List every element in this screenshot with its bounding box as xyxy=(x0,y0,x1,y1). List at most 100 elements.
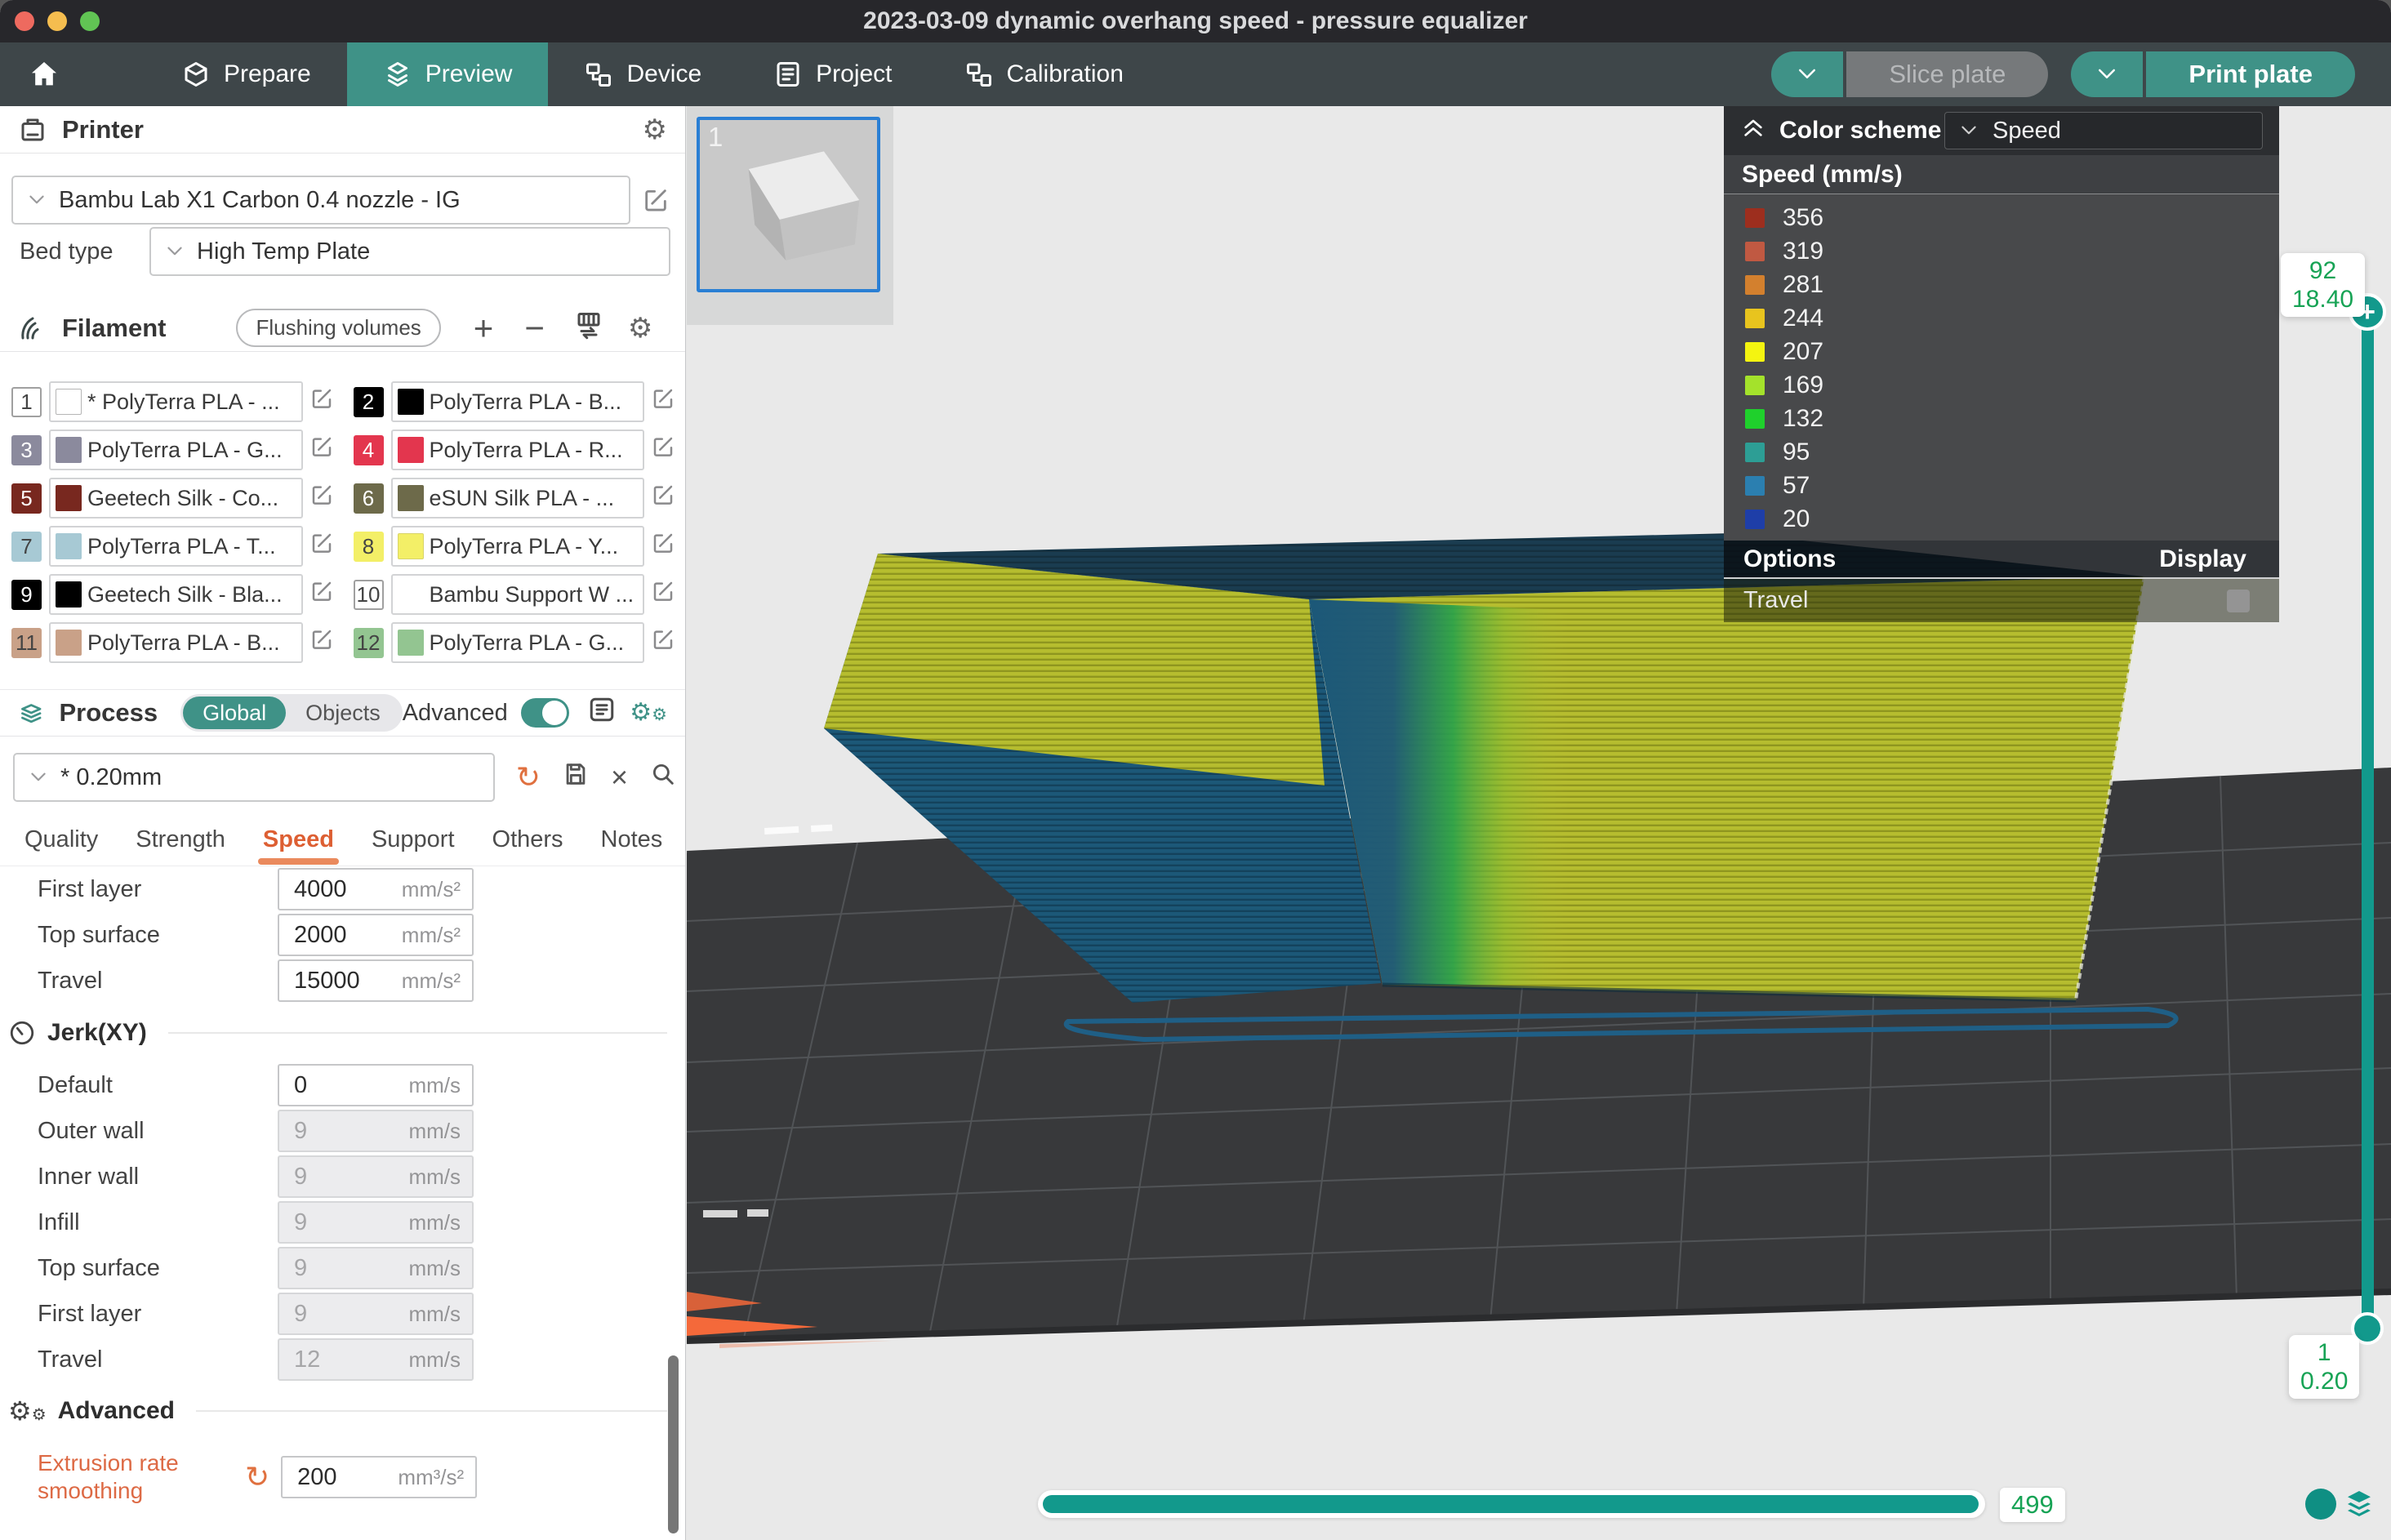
filament-item-4[interactable]: 4 PolyTerra PLA - R... xyxy=(354,430,676,470)
tab-preview[interactable]: Preview xyxy=(347,42,549,106)
tab-project[interactable]: Project xyxy=(737,42,928,106)
filament-item-6[interactable]: 6 eSUN Silk PLA - ... xyxy=(354,478,676,519)
printer-edit-icon[interactable] xyxy=(642,186,670,220)
filament-select[interactable]: PolyTerra PLA - R... xyxy=(391,430,645,470)
print-plate-button[interactable]: Print plate xyxy=(2146,51,2355,97)
setting-unit: mm/s xyxy=(408,1302,461,1327)
filament-edit-icon[interactable] xyxy=(309,483,334,514)
filament-select[interactable]: PolyTerra PLA - G... xyxy=(391,622,645,663)
accel-travel-input[interactable]: 15000mm/s² xyxy=(278,959,474,1002)
printer-settings-gear-icon[interactable]: ⚙ xyxy=(643,116,667,144)
filament-edit-icon[interactable] xyxy=(651,483,675,514)
filament-item-5[interactable]: 5 Geetech Silk - Co... xyxy=(11,478,334,519)
jerk-travel-input[interactable]: 12mm/s xyxy=(278,1338,474,1381)
filament-edit-icon[interactable] xyxy=(309,434,334,465)
sidebar-scrollbar[interactable] xyxy=(668,1355,679,1533)
process-preset-row: * 0.20mm ↻ × xyxy=(13,753,677,802)
search-settings-icon[interactable] xyxy=(649,760,677,794)
filament-edit-icon[interactable] xyxy=(309,579,334,610)
scope-global-button[interactable]: Global xyxy=(183,697,286,729)
filament-item-10[interactable]: 10 Bambu Support W ... xyxy=(354,574,676,615)
save-preset-icon[interactable] xyxy=(562,760,590,794)
tab-notes[interactable]: Notes xyxy=(601,826,663,865)
plate-thumbnail-1[interactable]: 1 xyxy=(697,117,880,292)
tab-support[interactable]: Support xyxy=(372,826,455,865)
jerk-default-input[interactable]: 0mm/s xyxy=(278,1064,474,1106)
minimize-window-button[interactable] xyxy=(47,11,67,31)
filament-select[interactable]: PolyTerra PLA - Y... xyxy=(391,526,645,567)
layer-range-slider[interactable] xyxy=(2362,312,2374,1331)
tab-quality[interactable]: Quality xyxy=(24,826,98,865)
filament-edit-icon[interactable] xyxy=(651,579,675,610)
legend-color-swatch xyxy=(1745,208,1765,228)
travel-checkbox[interactable] xyxy=(2227,590,2250,612)
scope-objects-button[interactable]: Objects xyxy=(286,697,400,729)
zoom-window-button[interactable] xyxy=(80,11,100,31)
tab-calibration[interactable]: Calibration xyxy=(928,42,1160,106)
tab-strength[interactable]: Strength xyxy=(136,826,225,865)
filament-select[interactable]: Geetech Silk - Co... xyxy=(49,478,303,519)
filament-item-9[interactable]: 9 Geetech Silk - Bla... xyxy=(11,574,334,615)
filament-select[interactable]: PolyTerra PLA - T... xyxy=(49,526,303,567)
parameter-table-icon[interactable] xyxy=(587,695,617,731)
tab-prepare[interactable]: Prepare xyxy=(145,42,347,106)
filament-edit-icon[interactable] xyxy=(309,627,334,658)
filament-select[interactable]: PolyTerra PLA - G... xyxy=(49,430,303,470)
bed-type-select[interactable]: High Temp Plate xyxy=(149,227,670,276)
filament-edit-icon[interactable] xyxy=(651,434,675,465)
jerk-top-surface-input[interactable]: 9mm/s xyxy=(278,1247,474,1289)
settings-scroll-area[interactable]: First layer 4000mm/s² Top surface 2000mm… xyxy=(0,866,685,1515)
ers-input[interactable]: 200mm³/s² xyxy=(281,1456,477,1498)
filament-select[interactable]: PolyTerra PLA - B... xyxy=(391,381,645,422)
collapse-panel-icon[interactable] xyxy=(1740,114,1766,147)
ams-sync-icon[interactable] xyxy=(574,310,603,346)
filament-edit-icon[interactable] xyxy=(651,627,675,658)
filament-item-7[interactable]: 7 PolyTerra PLA - T... xyxy=(11,526,334,567)
home-button[interactable] xyxy=(0,42,88,106)
filament-settings-gear-icon[interactable]: ⚙ xyxy=(628,314,652,342)
filament-edit-icon[interactable] xyxy=(309,531,334,562)
jerk-first-layer-input[interactable]: 9mm/s xyxy=(278,1293,474,1335)
process-params-gears-icon[interactable]: ⚙⚙ xyxy=(630,701,667,725)
tab-speed[interactable]: Speed xyxy=(263,826,334,865)
window-controls[interactable] xyxy=(15,11,100,31)
delete-preset-icon[interactable]: × xyxy=(611,763,628,792)
filament-item-3[interactable]: 3 PolyTerra PLA - G... xyxy=(11,430,334,470)
tab-device[interactable]: Device xyxy=(548,42,737,106)
process-preset-select[interactable]: * 0.20mm xyxy=(13,753,495,802)
accel-top-surface-input[interactable]: 2000mm/s² xyxy=(278,914,474,956)
filament-select[interactable]: PolyTerra PLA - B... xyxy=(49,622,303,663)
jerk-infill-input[interactable]: 9mm/s xyxy=(278,1201,474,1244)
filament-item-12[interactable]: 12 PolyTerra PLA - G... xyxy=(354,622,676,663)
printer-preset-select[interactable]: Bambu Lab X1 Carbon 0.4 nozzle - IG xyxy=(11,176,630,225)
slice-options-dropdown[interactable] xyxy=(1771,51,1843,97)
filament-item-2[interactable]: 2 PolyTerra PLA - B... xyxy=(354,381,676,422)
jerk-inner-wall-input[interactable]: 9mm/s xyxy=(278,1155,474,1198)
move-step-slider[interactable] xyxy=(1038,1490,1985,1518)
slice-plate-button[interactable]: Slice plate xyxy=(1846,51,2048,97)
filament-item-8[interactable]: 8 PolyTerra PLA - Y... xyxy=(354,526,676,567)
filament-edit-icon[interactable] xyxy=(651,386,675,417)
layers-view-icon[interactable] xyxy=(2340,1484,2379,1530)
filament-select[interactable]: eSUN Silk PLA - ... xyxy=(391,478,645,519)
filament-select[interactable]: * PolyTerra PLA - ... xyxy=(49,381,303,422)
tab-others[interactable]: Others xyxy=(492,826,563,865)
filament-item-11[interactable]: 11 PolyTerra PLA - B... xyxy=(11,622,334,663)
ers-reset-icon[interactable]: ↻ xyxy=(245,1462,269,1492)
accel-first-layer-input[interactable]: 4000mm/s² xyxy=(278,868,474,910)
jerk-outer-wall-input[interactable]: 9mm/s xyxy=(278,1110,474,1152)
flushing-volumes-button[interactable]: Flushing volumes xyxy=(236,309,440,347)
color-scheme-select[interactable]: Speed xyxy=(1944,112,2263,149)
setting-value: 200 xyxy=(294,1464,398,1491)
filament-select[interactable]: Geetech Silk - Bla... xyxy=(49,574,303,615)
move-step-handle[interactable] xyxy=(2305,1489,2336,1520)
advanced-toggle[interactable] xyxy=(521,698,570,728)
reset-preset-icon[interactable]: ↻ xyxy=(516,763,541,792)
preview-3d-viewport[interactable]: 1 Color scheme Speed Speed (mm/s) 3 xyxy=(687,106,2391,1540)
close-window-button[interactable] xyxy=(15,11,34,31)
filament-select[interactable]: Bambu Support W ... xyxy=(391,574,645,615)
filament-edit-icon[interactable] xyxy=(651,531,675,562)
print-options-dropdown[interactable] xyxy=(2071,51,2143,97)
filament-edit-icon[interactable] xyxy=(309,386,334,417)
filament-item-1[interactable]: 1 * PolyTerra PLA - ... xyxy=(11,381,334,422)
